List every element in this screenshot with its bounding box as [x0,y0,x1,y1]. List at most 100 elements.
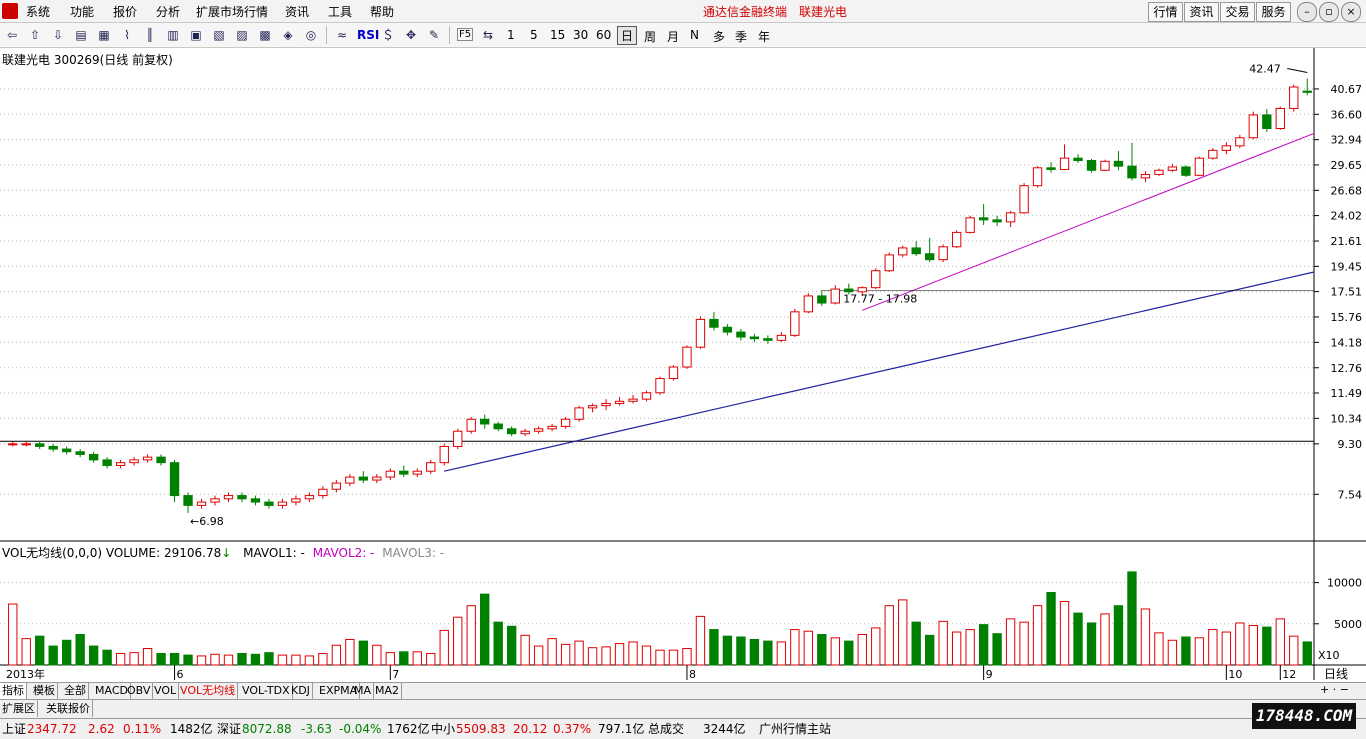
candle-body-down [88,453,99,461]
page-icon[interactable]: ▤ [73,27,89,43]
news-button[interactable]: 资讯 [1184,2,1219,22]
candle-body-up [803,295,814,313]
refresh-icon[interactable]: ◎ [303,27,319,43]
volume-bar-down [102,649,112,666]
tab-related-quotes[interactable]: 关联报价 [44,700,93,717]
volume-bar-up [196,655,207,666]
up-arrow-icon[interactable]: ⇧ [27,27,43,43]
volume-bar-up [547,638,557,666]
volume-bar-up [1167,639,1178,666]
price-tick-label: 29.65 [1331,159,1363,172]
restore-icon[interactable]: ▫ [1319,2,1339,22]
volume-bar-up [1221,631,1232,666]
period-1min[interactable]: 1 [507,28,515,42]
table-icon[interactable]: ▥ [165,27,181,43]
volume-bar-up [601,646,611,666]
period-multi[interactable]: 多 [713,28,725,45]
close-icon[interactable]: × [1341,2,1361,22]
wave-icon[interactable]: ≈ [334,27,350,43]
market-button[interactable]: 行情 [1148,2,1183,22]
rsi-button[interactable]: RSI [357,28,379,42]
switch-icon[interactable]: ⇆ [480,27,496,43]
tab-ma[interactable]: MA [352,683,375,699]
volume-bar-down [763,640,773,666]
multi-icon[interactable]: ◈ [280,27,296,43]
trade-button[interactable]: 交易 [1220,2,1255,22]
period-5min[interactable]: 5 [530,28,538,42]
tab-template[interactable]: 模板 [31,683,58,699]
pencil-icon[interactable]: ✎ [426,27,442,43]
volume-bar-down [911,621,921,666]
down-arrow-icon[interactable]: ⇩ [50,27,66,43]
candle-body-up [142,456,153,461]
tab-kdj[interactable]: KDJ [289,683,313,699]
volume-bar-up [857,634,867,666]
candle-body-down [925,253,935,261]
volume-bar-up [830,637,840,666]
menu-tools[interactable]: 工具 [328,3,352,20]
f10-icon[interactable]: ▣ [188,27,204,43]
xaxis-tick-label: 6 [177,668,184,680]
candle-body-up [439,445,449,464]
tab-vol-tdx[interactable]: VOL-TDX [240,683,293,699]
tab-all[interactable]: 全部 [62,683,89,699]
period-quarter[interactable]: 季 [735,28,747,45]
period-month[interactable]: 月 [667,28,679,45]
tab-extension-area[interactable]: 扩展区 [0,700,38,717]
period-30min[interactable]: 30 [573,28,588,42]
line-chart-icon[interactable]: ⌇ [119,27,135,43]
tab-obv[interactable]: OBV [125,683,154,699]
tab-indicator[interactable]: 指标 [0,683,27,699]
price-tick-label: 21.61 [1331,235,1363,248]
service-button[interactable]: 服务 [1256,2,1291,22]
doc-icon[interactable]: ▧ [211,27,227,43]
menu-analysis[interactable]: 分析 [156,3,180,20]
zoom-controls[interactable]: + · − [1320,683,1349,696]
volume-bar-up [304,655,315,666]
tab-vol[interactable]: VOL [152,683,180,699]
minimize-icon[interactable]: – [1297,2,1317,22]
tab-vol-no-ma[interactable]: VOL无均线 [178,683,239,699]
volume-bar-up [574,640,584,666]
volume-bar-up [1275,618,1285,666]
candle-body-up [1167,166,1178,171]
f5-button[interactable]: F5 [457,28,474,41]
fz-icon[interactable]: ▩ [257,27,273,43]
back-arrow-icon[interactable]: ⇦ [4,27,20,43]
volume-bar-down [75,634,85,666]
period-60min[interactable]: 60 [596,28,611,42]
volume-bar-down [480,593,490,666]
volume-bar-up [1248,624,1258,666]
menu-help[interactable]: 帮助 [370,3,394,20]
period-n[interactable]: N [690,28,699,42]
volume-bar-up [439,629,449,666]
period-15min[interactable]: 15 [550,28,565,42]
tab-ma2[interactable]: MA2 [373,683,403,699]
volume-bar-up [682,648,692,666]
candle-body-up [938,246,948,261]
menu-news[interactable]: 资讯 [285,3,309,20]
dollar-icon[interactable]: ＄ [380,27,396,43]
volume-bar-up [8,603,18,666]
menu-system[interactable]: 系统 [26,3,50,20]
volume-tick-label: 10000 [1327,577,1362,590]
chart-canvas[interactable]: 40.67 36.60 32.94 29.65 26.68 24.02 21.61 19.45… [0,48,1366,680]
volume-bar-up [453,616,463,666]
period-year[interactable]: 年 [758,28,770,45]
candle-body-up [129,459,139,464]
grid-icon[interactable]: ▦ [96,27,112,43]
move-icon[interactable]: ✥ [403,27,419,43]
menu-function[interactable]: 功能 [70,3,94,20]
candle-body-down [62,448,72,453]
volume-bar-down [493,621,503,666]
price-tick-label: 15.76 [1331,311,1363,324]
candle-body-up [898,247,908,256]
report-icon[interactable]: ▨ [234,27,250,43]
candle-icon[interactable]: ║ [142,27,158,43]
period-week[interactable]: 周 [644,28,656,45]
menu-extended-market[interactable]: 扩展市场行情 [196,3,268,20]
volume-bar-up [587,647,598,666]
period-day[interactable]: 日 [617,26,638,45]
candle-body-up [790,311,800,336]
menu-quote[interactable]: 报价 [113,3,137,20]
